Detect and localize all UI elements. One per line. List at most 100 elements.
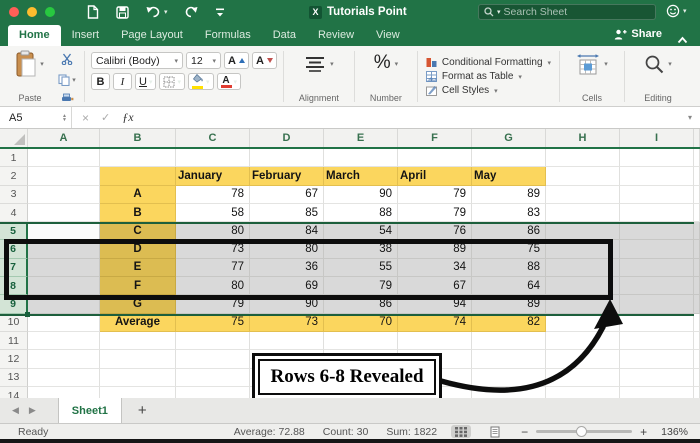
cell-H4[interactable] xyxy=(546,204,620,222)
cell-B12[interactable] xyxy=(100,350,176,368)
tab-home[interactable]: Home xyxy=(8,25,61,46)
font-size-select[interactable]: 12▾ xyxy=(186,52,221,69)
cell-I1[interactable] xyxy=(620,149,694,167)
cell-C4[interactable]: 58 xyxy=(176,204,250,222)
underline-button[interactable]: U▾ xyxy=(135,73,156,90)
cell-C3[interactable]: 78 xyxy=(176,186,250,204)
tab-review[interactable]: Review xyxy=(307,25,365,46)
zoom-out-button[interactable]: − xyxy=(521,425,528,439)
select-all-corner[interactable] xyxy=(0,129,28,147)
tab-formulas[interactable]: Formulas xyxy=(194,25,262,46)
copy-dropdown-icon[interactable]: ▾ xyxy=(72,76,76,84)
undo-dropdown-icon[interactable]: ▾ xyxy=(164,8,168,16)
cell-H11[interactable] xyxy=(546,332,620,350)
italic-button[interactable]: I xyxy=(113,73,132,90)
cell-D1[interactable] xyxy=(250,149,324,167)
zoom-slider-knob[interactable] xyxy=(576,426,587,437)
cell-F2[interactable]: April xyxy=(398,167,472,185)
cell-F5[interactable]: 76 xyxy=(398,222,472,240)
conditional-formatting-button[interactable]: Conditional Formatting ▾ xyxy=(426,57,551,68)
cell-G1[interactable] xyxy=(472,149,546,167)
alignment-button[interactable]: ▾ xyxy=(304,56,334,72)
cell-E5[interactable]: 54 xyxy=(324,222,398,240)
cell-B5[interactable]: C xyxy=(100,222,176,240)
toolbar-options-icon[interactable] xyxy=(215,7,225,17)
cells-button[interactable]: ▾ xyxy=(576,53,608,75)
cell-I10[interactable] xyxy=(620,314,694,332)
cell-G2[interactable]: May xyxy=(472,167,546,185)
tab-insert[interactable]: Insert xyxy=(61,25,111,46)
cell-H3[interactable] xyxy=(546,186,620,204)
row-header-4[interactable]: 4 xyxy=(0,204,28,222)
sheet-tab-sheet1[interactable]: Sheet1 xyxy=(58,398,122,423)
minimize-window-button[interactable] xyxy=(27,7,37,17)
redo-icon[interactable] xyxy=(185,6,198,18)
cell-A10[interactable] xyxy=(28,314,100,332)
paste-button[interactable]: ▾ xyxy=(16,50,44,77)
cell-H14[interactable] xyxy=(546,387,620,398)
cell-A1[interactable] xyxy=(28,149,100,167)
cell-F1[interactable] xyxy=(398,149,472,167)
copy-button[interactable]: ▾ xyxy=(58,74,76,86)
column-header-H[interactable]: H xyxy=(546,129,620,147)
cell-B4[interactable]: B xyxy=(100,204,176,222)
cell-G14[interactable] xyxy=(472,387,546,398)
cell-H10[interactable] xyxy=(546,314,620,332)
increase-font-size-button[interactable]: A xyxy=(224,52,249,69)
cell-I8[interactable] xyxy=(620,277,694,295)
cell-A5[interactable] xyxy=(28,222,100,240)
cell-G5[interactable]: 86 xyxy=(472,222,546,240)
cell-D4[interactable]: 85 xyxy=(250,204,324,222)
cell-I13[interactable] xyxy=(620,369,694,387)
column-header-I[interactable]: I xyxy=(620,129,694,147)
cell-A4[interactable] xyxy=(28,204,100,222)
insert-function-icon[interactable]: ƒx xyxy=(122,110,133,125)
column-header-G[interactable]: G xyxy=(472,129,546,147)
cell-I12[interactable] xyxy=(620,350,694,368)
column-header-F[interactable]: F xyxy=(398,129,472,147)
zoom-slider[interactable] xyxy=(536,430,632,433)
cell-I2[interactable] xyxy=(620,167,694,185)
save-icon[interactable] xyxy=(116,6,129,19)
cell-C5[interactable]: 80 xyxy=(176,222,250,240)
row-header-5[interactable]: 5 xyxy=(0,222,28,240)
cancel-entry-icon[interactable]: × xyxy=(82,111,89,125)
cell-E3[interactable]: 90 xyxy=(324,186,398,204)
new-document-icon[interactable] xyxy=(87,5,99,19)
selection-fill-handle[interactable] xyxy=(25,312,30,317)
number-format-button[interactable]: % ▾ xyxy=(374,52,398,74)
cell-E1[interactable] xyxy=(324,149,398,167)
cell-D11[interactable] xyxy=(250,332,324,350)
cell-G10[interactable]: 82 xyxy=(472,314,546,332)
feedback-dropdown-icon[interactable]: ▾ xyxy=(683,7,687,15)
cell-F11[interactable] xyxy=(398,332,472,350)
cell-C14[interactable] xyxy=(176,387,250,398)
cell-styles-button[interactable]: Cell Styles ▾ xyxy=(426,85,551,96)
decrease-font-size-button[interactable]: A xyxy=(252,52,277,69)
cell-I4[interactable] xyxy=(620,204,694,222)
feedback-control[interactable]: ▾ xyxy=(666,4,687,18)
cell-C13[interactable] xyxy=(176,369,250,387)
cell-H13[interactable] xyxy=(546,369,620,387)
tab-data[interactable]: Data xyxy=(262,25,307,46)
cell-D5[interactable]: 84 xyxy=(250,222,324,240)
row-header-2[interactable]: 2 xyxy=(0,167,28,185)
format-as-table-button[interactable]: Format as Table ▾ xyxy=(426,71,551,82)
paste-dropdown-icon[interactable]: ▾ xyxy=(40,60,44,68)
cell-C11[interactable] xyxy=(176,332,250,350)
cell-E10[interactable]: 70 xyxy=(324,314,398,332)
search-sheet-box[interactable]: ▾ Search Sheet xyxy=(478,4,656,20)
cell-D3[interactable]: 67 xyxy=(250,186,324,204)
confirm-entry-icon[interactable]: ✓ xyxy=(101,111,110,124)
share-button[interactable]: Share xyxy=(614,28,662,40)
prev-sheet-icon[interactable]: ◀ xyxy=(12,405,19,416)
cell-A12[interactable] xyxy=(28,350,100,368)
zoom-window-button[interactable] xyxy=(45,7,55,17)
formula-input[interactable] xyxy=(144,107,688,128)
cell-A3[interactable] xyxy=(28,186,100,204)
column-header-E[interactable]: E xyxy=(324,129,398,147)
bold-button[interactable]: B xyxy=(91,73,110,90)
cell-C10[interactable]: 75 xyxy=(176,314,250,332)
row-header-11[interactable]: 11 xyxy=(0,332,28,350)
cell-F4[interactable]: 79 xyxy=(398,204,472,222)
